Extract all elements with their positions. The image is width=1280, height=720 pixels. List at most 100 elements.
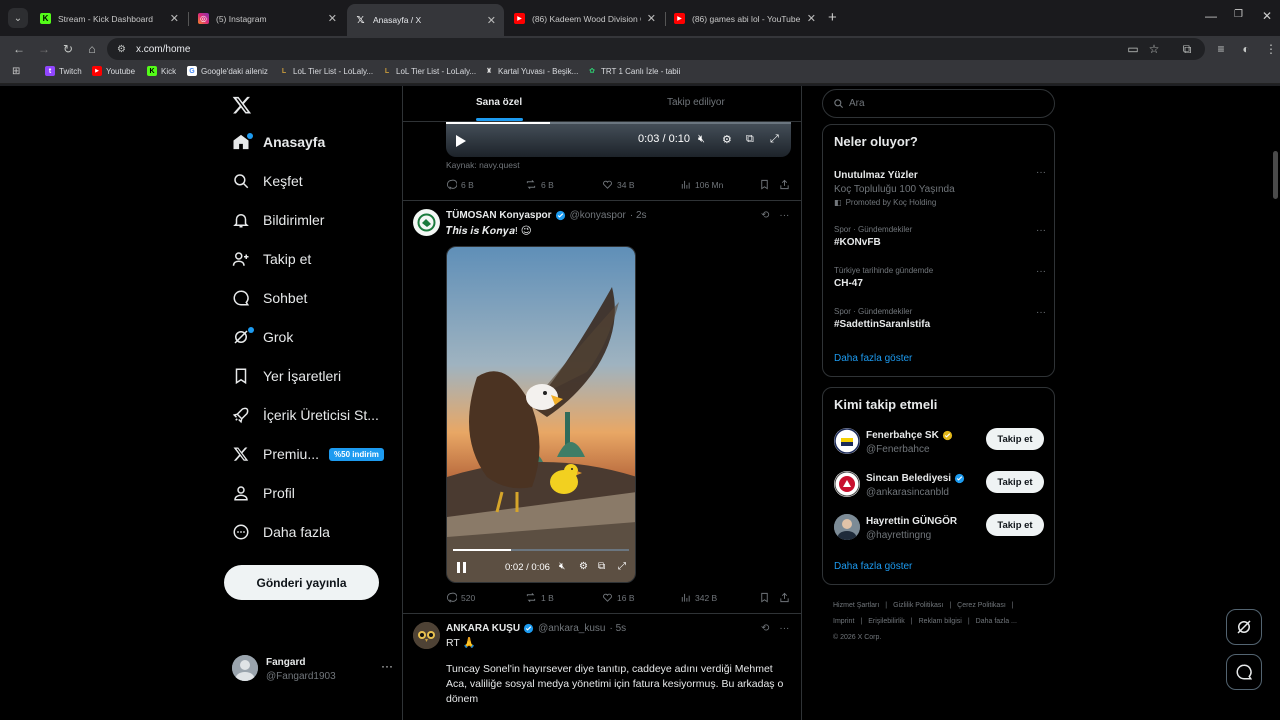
nav-profile[interactable]: Profil xyxy=(230,482,295,504)
more-dots-icon[interactable]: ··· xyxy=(381,659,393,673)
nav-bookmarks[interactable]: Yer İşaretleri xyxy=(230,365,341,387)
more-dots-icon[interactable]: ··· xyxy=(1036,266,1046,277)
pip-icon[interactable]: ⧉ xyxy=(746,133,754,146)
menu-kebab-icon[interactable]: ⋮ xyxy=(1262,40,1280,58)
more-dots-icon[interactable]: ··· xyxy=(1036,225,1046,236)
reply-button[interactable]: 520 xyxy=(446,592,475,603)
fullscreen-icon[interactable]: ⤢ xyxy=(618,561,626,572)
reload-icon[interactable]: ↻ xyxy=(59,40,77,58)
repost-button[interactable]: 6 B xyxy=(525,179,554,190)
bookmark-google-family[interactable]: G Google'daki aileniz xyxy=(187,66,268,76)
repost-button[interactable]: 1 B xyxy=(525,592,554,603)
window-close-icon[interactable]: ✕ xyxy=(1262,9,1272,23)
site-info-icon[interactable]: ⚙ xyxy=(117,44,126,55)
nav-chat[interactable]: Sohbet xyxy=(230,287,307,309)
reply-button[interactable]: 6 B xyxy=(446,179,474,190)
play-icon[interactable] xyxy=(456,135,466,147)
media-control-icon[interactable]: ≡ xyxy=(1212,40,1230,58)
bookmark-icon[interactable] xyxy=(759,592,774,603)
video-player[interactable]: 0:02 / 0:06 🔇︎ ⚙ ⧉ ⤢ xyxy=(446,246,636,583)
nav-more[interactable]: Daha fazla xyxy=(230,521,330,543)
like-button[interactable]: 16 B xyxy=(602,592,635,603)
bookmark-kick[interactable]: K Kick xyxy=(147,66,176,76)
close-icon[interactable]: ✕ xyxy=(807,12,816,25)
close-icon[interactable]: ✕ xyxy=(328,12,337,25)
close-icon[interactable]: ✕ xyxy=(487,14,496,27)
nav-notifications[interactable]: Bildirimler xyxy=(230,209,324,231)
browser-tab-kick[interactable]: K Stream - Kick Dashboard ✕ xyxy=(32,5,187,32)
nav-creator-studio[interactable]: İçerik Üreticisi St... xyxy=(230,404,379,426)
nav-explore[interactable]: Keşfet xyxy=(230,170,303,192)
pip-icon[interactable]: ⧉ xyxy=(598,561,605,572)
browser-tab-youtube-1[interactable]: ▶ (86) Kadeem Wood Division Co ✕ xyxy=(506,5,664,32)
tweet-time[interactable]: · 5s xyxy=(610,623,627,634)
apps-grid-icon[interactable]: ⊞ xyxy=(12,66,20,77)
grok-icon[interactable]: ⟲ xyxy=(761,210,769,221)
bookmark-lolalytics-1[interactable]: L LoL Tier List - LoLaly... xyxy=(279,66,373,76)
browser-tab-x[interactable]: 𝕏 Anasayfa / X ✕ xyxy=(347,4,504,36)
trend-item[interactable]: Spor · Gündemdekiler #KONvFB ··· xyxy=(834,225,1046,248)
more-dots-icon[interactable]: ··· xyxy=(1036,307,1046,318)
close-icon[interactable]: ✕ xyxy=(170,12,179,25)
nav-follow[interactable]: Takip et xyxy=(230,248,311,270)
tab-for-you[interactable]: Sana özel xyxy=(476,97,522,108)
x-logo-icon[interactable] xyxy=(232,94,252,116)
bookmark-kartal-yuvasi[interactable]: ♜ Kartal Yuvası - Beşik... xyxy=(484,66,578,76)
avatar[interactable] xyxy=(413,209,440,236)
profile-avatar-icon[interactable]: ◐ xyxy=(1237,40,1255,58)
follow-button[interactable]: Takip et xyxy=(986,471,1044,493)
tab-search-button[interactable]: ⌄ xyxy=(8,8,28,28)
trend-item[interactable]: Türkiye tarihinde gündemde CH-47 ··· xyxy=(834,266,1046,289)
nav-grok[interactable]: Grok xyxy=(230,326,293,348)
new-tab-button[interactable]: + xyxy=(828,9,837,26)
browser-tab-youtube-2[interactable]: ▶ (86) games abi lol - YouTube ✕ xyxy=(666,5,824,32)
tweet-author-handle[interactable]: @konyaspor xyxy=(570,210,626,221)
views-button[interactable]: 106 Mn xyxy=(680,179,723,190)
minimize-icon[interactable]: — xyxy=(1205,9,1217,23)
install-app-icon[interactable]: ▭ xyxy=(1124,40,1142,58)
more-dots-icon[interactable]: ··· xyxy=(779,623,789,634)
views-button[interactable]: 342 B xyxy=(680,592,717,603)
back-icon[interactable]: ← xyxy=(10,40,28,58)
trend-item[interactable]: Unutulmaz Yüzler Koç Topluluğu 100 Yaşın… xyxy=(834,167,1046,207)
bookmark-star-icon[interactable]: ☆ xyxy=(1145,40,1163,58)
more-dots-icon[interactable]: ··· xyxy=(1036,167,1046,178)
account-switcher[interactable]: Fangard @Fangard1903 ··· xyxy=(232,653,397,685)
show-more-link[interactable]: Daha fazla göster xyxy=(834,353,912,364)
close-icon[interactable]: ✕ xyxy=(647,12,656,25)
share-icon[interactable] xyxy=(779,179,794,190)
follow-suggestion[interactable]: Hayrettin GÜNGÖR @hayrettingng Takip et xyxy=(834,514,1046,544)
bookmark-youtube[interactable]: ▶ Youtube xyxy=(92,66,135,76)
follow-button[interactable]: Takip et xyxy=(986,428,1044,450)
tab-following[interactable]: Takip ediliyor xyxy=(667,97,725,108)
like-button[interactable]: 34 B xyxy=(602,179,635,190)
trend-item[interactable]: Spor · Gündemdekiler #SadettinSaranİstif… xyxy=(834,307,1046,330)
tweet-author-name[interactable]: TÜMOSAN Konyaspor xyxy=(446,210,552,221)
video-progress[interactable] xyxy=(453,549,511,551)
more-dots-icon[interactable]: ··· xyxy=(779,210,789,221)
pause-icon[interactable] xyxy=(457,562,466,573)
tweet-author-name[interactable]: ANKARA KUŞU xyxy=(446,623,520,634)
bookmark-lolalytics-2[interactable]: L LoL Tier List - LoLaly... xyxy=(382,66,476,76)
avatar[interactable] xyxy=(413,622,440,649)
tweet-time[interactable]: · 2s xyxy=(630,210,647,221)
settings-icon[interactable]: ⚙ xyxy=(722,133,732,146)
settings-icon[interactable]: ⚙ xyxy=(579,561,588,572)
bookmark-twitch[interactable]: t Twitch xyxy=(45,66,82,76)
grok-icon[interactable]: ⟲ xyxy=(761,623,769,634)
show-more-link[interactable]: Daha fazla göster xyxy=(834,561,912,572)
home-button-icon[interactable]: ⌂ xyxy=(83,40,101,58)
grok-float-button[interactable] xyxy=(1226,609,1262,645)
share-icon[interactable] xyxy=(779,592,794,603)
mute-icon[interactable]: 🔇︎ xyxy=(559,561,565,572)
address-bar[interactable]: ⚙ x.com/home xyxy=(107,38,1205,60)
mute-icon[interactable]: 🔇︎ xyxy=(698,133,705,146)
follow-suggestion[interactable]: Fenerbahçe SK @Fenerbahce Takip et xyxy=(834,428,1046,458)
extensions-icon[interactable]: ⧉ xyxy=(1178,40,1196,58)
bookmark-icon[interactable] xyxy=(759,179,774,190)
page-scrollbar[interactable] xyxy=(1273,151,1278,199)
video-player[interactable]: 0:03 / 0:10 🔇︎ ⚙ ⧉ ⤢ xyxy=(446,122,791,157)
nav-premium[interactable]: Premiu... %50 indirim xyxy=(230,443,384,465)
nav-home[interactable]: Anasayfa xyxy=(230,131,325,153)
forward-icon[interactable]: → xyxy=(35,40,53,58)
